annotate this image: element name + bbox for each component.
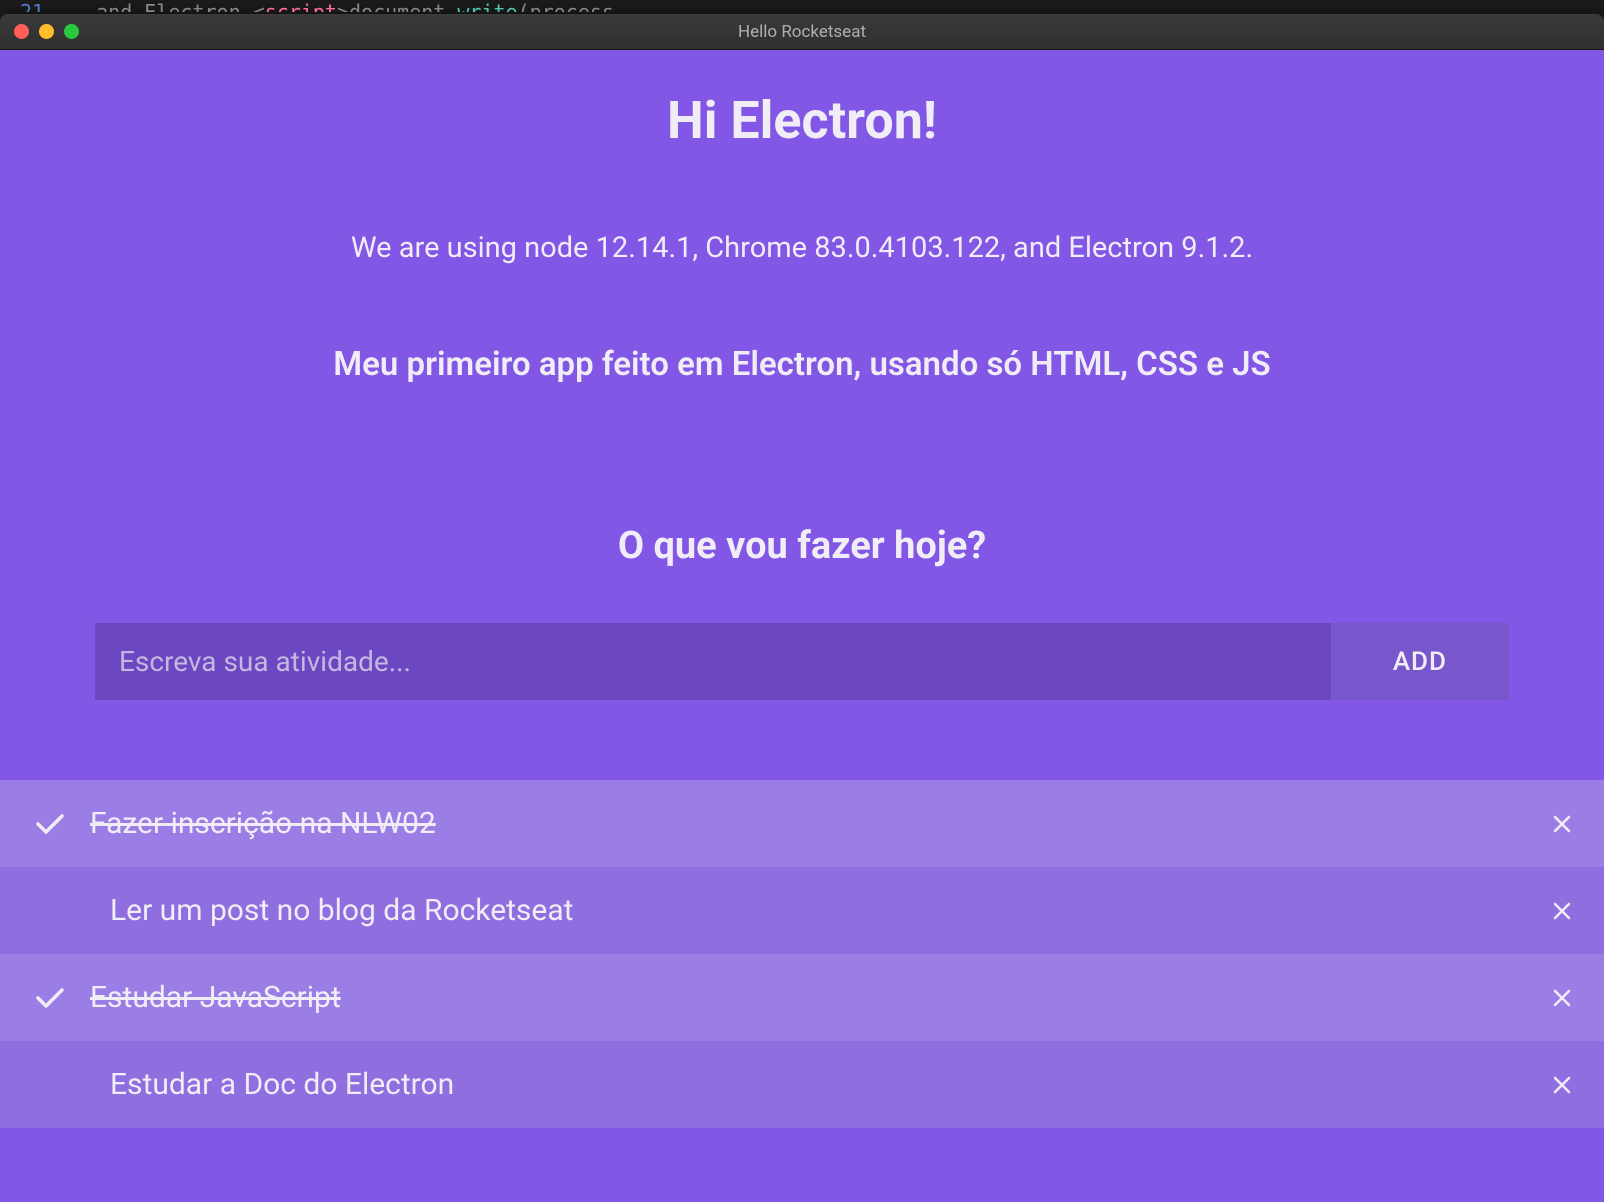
- minimize-window-button[interactable]: [39, 24, 54, 39]
- input-row: ADD: [95, 623, 1509, 700]
- close-window-button[interactable]: [14, 24, 29, 39]
- todo-text: Fazer inscrição na NLW02: [90, 806, 1550, 841]
- app-subtitle: Meu primeiro app feito em Electron, usan…: [0, 345, 1604, 384]
- app-body: Hi Electron! We are using node 12.14.1, …: [0, 50, 1604, 1202]
- delete-todo-icon[interactable]: [1550, 1073, 1574, 1097]
- window-title: Hello Rocketseat: [738, 22, 866, 42]
- code-editor-fragment: 21 and Electron <script>document.write(p…: [0, 0, 1604, 12]
- todo-text: Estudar a Doc do Electron: [110, 1067, 1550, 1102]
- check-icon: [30, 896, 90, 926]
- todo-item[interactable]: Estudar JavaScript: [0, 954, 1604, 1041]
- traffic-lights: [14, 24, 79, 39]
- app-window: Hello Rocketseat Hi Electron! We are usi…: [0, 14, 1604, 1202]
- todo-item[interactable]: Fazer inscrição na NLW02: [0, 780, 1604, 867]
- delete-todo-icon[interactable]: [1550, 812, 1574, 836]
- todo-question: O que vou fazer hoje?: [0, 524, 1604, 568]
- check-icon: [30, 983, 70, 1013]
- check-icon: [30, 1070, 90, 1100]
- todo-list: Fazer inscrição na NLW02 Ler um post no b…: [0, 780, 1604, 1128]
- version-info: We are using node 12.14.1, Chrome 83.0.4…: [0, 231, 1604, 265]
- todo-item[interactable]: Ler um post no blog da Rocketseat: [0, 867, 1604, 954]
- delete-todo-icon[interactable]: [1550, 986, 1574, 1010]
- todo-text: Ler um post no blog da Rocketseat: [110, 893, 1550, 928]
- delete-todo-icon[interactable]: [1550, 899, 1574, 923]
- check-icon: [30, 809, 70, 839]
- add-button[interactable]: ADD: [1331, 623, 1509, 700]
- page-title: Hi Electron!: [0, 90, 1604, 151]
- todo-item[interactable]: Estudar a Doc do Electron: [0, 1041, 1604, 1128]
- todo-text: Estudar JavaScript: [90, 980, 1550, 1015]
- activity-input[interactable]: [95, 623, 1331, 700]
- title-bar: Hello Rocketseat: [0, 14, 1604, 50]
- maximize-window-button[interactable]: [64, 24, 79, 39]
